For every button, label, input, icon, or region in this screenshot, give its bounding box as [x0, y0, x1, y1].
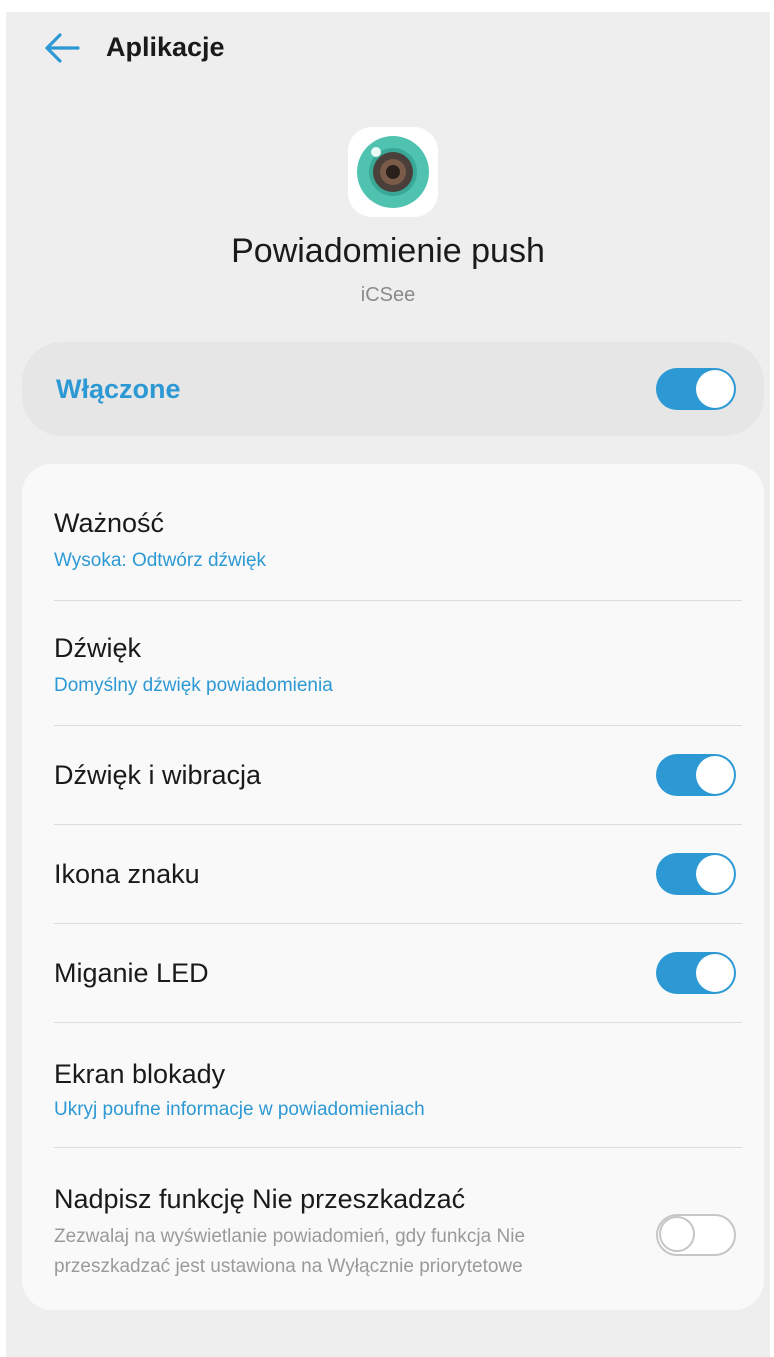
- setting-sound[interactable]: Dźwięk Domyślny dźwięk powiadomienia: [22, 601, 764, 725]
- top-bar: Aplikacje: [6, 12, 770, 84]
- toggle-knob: [696, 855, 734, 893]
- master-toggle[interactable]: [656, 368, 736, 410]
- override-dnd-toggle[interactable]: [656, 1214, 736, 1256]
- setting-subtitle: Domyślny dźwięk powiadomienia: [54, 675, 333, 696]
- setting-lock-screen[interactable]: Ekran blokady Ukryj poufne informacje w …: [22, 1023, 764, 1147]
- sound-vibration-toggle[interactable]: [656, 754, 736, 796]
- setting-title: Nadpisz funkcję Nie przeszkadzać: [54, 1184, 466, 1214]
- camera-lens-icon: [357, 136, 429, 208]
- setting-title: Dźwięk: [54, 633, 142, 663]
- setting-importance[interactable]: Ważność Wysoka: Odtwórz dźwięk: [22, 464, 764, 600]
- app-name: iCSee: [360, 284, 416, 306]
- toggle-knob: [696, 954, 734, 992]
- toggle-knob: [696, 756, 734, 794]
- setting-subtitle: Ukryj poufne informacje w powiadomieniac…: [54, 1099, 425, 1120]
- master-switch-label: Włączone: [56, 374, 181, 404]
- toggle-knob: [696, 370, 734, 408]
- setting-led-blink[interactable]: Miganie LED: [22, 924, 764, 1022]
- setting-title: Ekran blokady: [54, 1059, 226, 1089]
- setting-title: Ikona znaku: [54, 859, 200, 889]
- settings-card: Ważność Wysoka: Odtwórz dźwięk Dźwięk Do…: [22, 464, 764, 1310]
- page-title: Powiadomienie push: [231, 232, 545, 270]
- setting-subtitle: Wysoka: Odtwórz dźwięk: [54, 550, 267, 571]
- back-button[interactable]: [42, 30, 82, 66]
- setting-badge-icon[interactable]: Ikona znaku: [22, 825, 764, 923]
- notification-settings-screen: Aplikacje Powiadomienie push iCSee Włącz…: [6, 12, 770, 1357]
- led-blink-toggle[interactable]: [656, 952, 736, 994]
- setting-title: Ważność: [54, 508, 165, 538]
- topbar-title: Aplikacje: [106, 32, 225, 62]
- badge-icon-toggle[interactable]: [656, 853, 736, 895]
- setting-title: Miganie LED: [54, 958, 209, 988]
- setting-title: Dźwięk i wibracja: [54, 760, 262, 790]
- toggle-knob: [659, 1216, 695, 1252]
- setting-description: Zezwalaj na wyświetlanie powiadomień, gd…: [54, 1226, 526, 1277]
- app-icon: [348, 127, 438, 217]
- arrow-left-icon: [45, 33, 80, 63]
- setting-sound-vibration[interactable]: Dźwięk i wibracja: [22, 726, 764, 824]
- master-switch-row[interactable]: Włączone: [22, 342, 764, 436]
- setting-override-dnd[interactable]: Nadpisz funkcję Nie przeszkadzać Zezwala…: [22, 1148, 764, 1298]
